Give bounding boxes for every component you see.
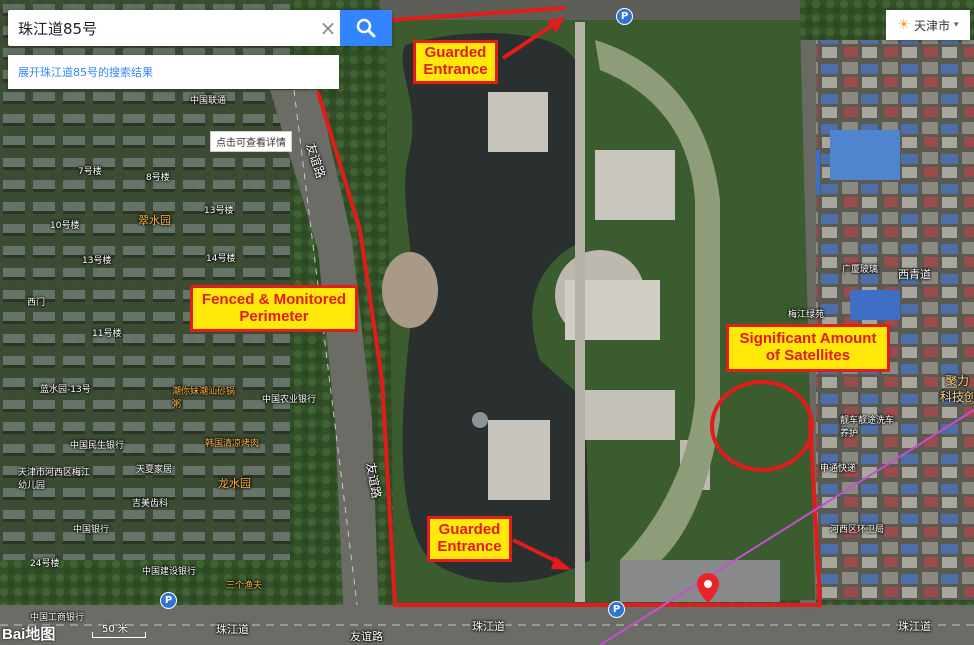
map-label: 珠江道: [472, 620, 505, 633]
city-name: 天津市: [914, 18, 951, 33]
map-label[interactable]: 韩国清凉烤肉: [205, 436, 259, 449]
poi-tooltip[interactable]: 点击可查看详情: [210, 131, 292, 152]
map-label[interactable]: 潮你妹潮汕砂锅粥: [172, 384, 238, 410]
map-label: 友谊路: [350, 630, 383, 643]
map-label[interactable]: 翠水园: [138, 212, 171, 228]
map-label: 14号楼: [206, 254, 236, 264]
map-label[interactable]: 靓车靓途洗车养护: [840, 413, 900, 439]
map-label[interactable]: 中国联通: [190, 93, 226, 106]
map-label[interactable]: 天夏家居: [136, 462, 172, 475]
map-label: 10号楼: [50, 221, 80, 231]
map-label[interactable]: 聚力: [945, 372, 969, 389]
map-label: 7号楼: [78, 167, 102, 177]
weather-sun-icon: ☀: [897, 17, 910, 33]
map-label[interactable]: 龙水园: [218, 475, 251, 491]
map-label: 西青道: [898, 268, 931, 281]
search-box: ×: [8, 10, 392, 46]
map-label[interactable]: 中国银行: [73, 522, 109, 535]
expand-results-link[interactable]: 展开珠江道85号的搜索结果: [8, 55, 339, 89]
map-label[interactable]: 天津市河西区梅江幼儿园: [18, 465, 98, 491]
map-label[interactable]: 中国工商银行: [30, 610, 84, 623]
parking-icon[interactable]: P: [608, 601, 625, 618]
callout-guarded-entrance-north: Guarded Entrance: [413, 40, 498, 84]
map-label: 13号楼: [82, 256, 112, 266]
parking-icon[interactable]: P: [616, 8, 633, 25]
search-input[interactable]: [8, 10, 324, 46]
map-label[interactable]: 申通快递: [820, 461, 856, 474]
chevron-down-icon: ▾: [954, 20, 959, 30]
callout-guarded-entrance-south: Guarded Entrance: [427, 516, 512, 562]
map-label[interactable]: 蓝水园-13号: [40, 382, 91, 395]
map-label[interactable]: 科技创: [940, 388, 974, 405]
map-label[interactable]: 河西区环卫局: [830, 522, 884, 535]
city-selector[interactable]: ☀ 天津市 ▾: [886, 10, 970, 40]
callout-perimeter: Fenced & Monitored Perimeter: [190, 285, 358, 332]
map-label: 珠江道: [898, 620, 931, 633]
map-label: 西门: [27, 298, 46, 308]
map-label: 24号楼: [30, 559, 60, 569]
scale-bar: [92, 632, 146, 638]
map-label: 11号楼: [92, 329, 122, 339]
location-pin-icon[interactable]: [697, 573, 719, 603]
map-label[interactable]: 吉美齿科: [132, 496, 168, 509]
search-icon: [356, 18, 376, 38]
map-label: 珠江道: [216, 623, 249, 636]
map-label[interactable]: 梅江绿苑: [788, 307, 824, 320]
map-label[interactable]: 广厦玻璃: [842, 262, 878, 275]
map-label[interactable]: 中国民生银行: [70, 438, 124, 451]
map-label: 8号楼: [146, 173, 170, 183]
map-label[interactable]: 三个渔夫: [226, 578, 262, 591]
map-label: 13号楼: [204, 206, 234, 216]
parking-icon[interactable]: P: [160, 592, 177, 609]
baidu-logo: Bai地图: [2, 626, 56, 643]
callout-satellites: Significant Amount of Satellites: [726, 324, 890, 372]
map-label[interactable]: 中国农业银行: [262, 392, 316, 405]
map-label[interactable]: 中国建设银行: [142, 564, 196, 577]
search-button[interactable]: [340, 10, 392, 46]
